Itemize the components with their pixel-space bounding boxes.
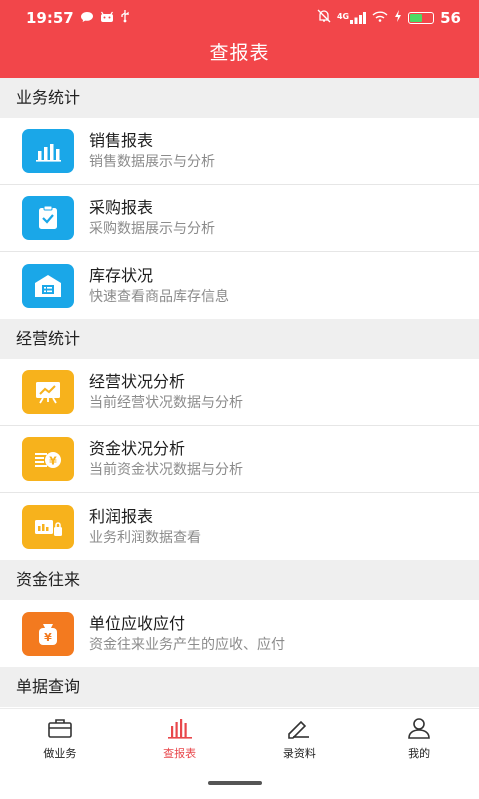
menu-item-title: 单位应收应付 [89, 613, 186, 633]
menu-item-row[interactable]: ¥ 单位应收应付资金往来业务产生的应收、应付 [0, 600, 479, 667]
menu-item-subtitle: 当前资金状况数据与分析 [89, 462, 243, 478]
bottom-tab-bar: 做业务 查报表 录资料 我的 [0, 708, 479, 770]
page-title: 查报表 [209, 42, 270, 64]
menu-item-subtitle: 快速查看商品库存信息 [89, 288, 229, 305]
battery-icon [408, 12, 435, 24]
menu-item-subtitle: 销售数据展示与分析 [89, 154, 215, 170]
menu-item-text: 销售报表销售数据展示与分析 [89, 130, 215, 172]
tab-label: 查报表 [163, 747, 197, 760]
app-header: 19:57 4G 56 查报表 [0, 0, 479, 78]
menu-item-text: 库存状况快速查看商品库存信息 [89, 265, 229, 307]
warehouse-icon [22, 263, 74, 308]
menu-item-row[interactable]: 采购报表采购数据展示与分析 [0, 185, 479, 252]
menu-item-title: 利润报表 [89, 506, 154, 526]
charging-icon [394, 10, 402, 26]
bar-chart-icon [22, 129, 74, 173]
status-time: 19:57 [26, 9, 74, 27]
tab-user[interactable]: 我的 [359, 709, 479, 770]
section-header: 单据查询 [0, 667, 479, 707]
menu-item-row[interactable]: 利润报表业务利润数据查看 [0, 493, 479, 560]
menu-item-subtitle: 业务利润数据查看 [89, 529, 201, 546]
battery-fill [410, 14, 423, 22]
menu-item-text: 利润报表业务利润数据查看 [89, 506, 201, 548]
menu-item-title: 销售报表 [89, 131, 154, 150]
signal-icon: 4G [336, 12, 367, 24]
status-bar: 19:57 4G 56 [0, 0, 479, 36]
menu-item-text: 经营状况分析当前经营状况数据与分析 [89, 371, 243, 413]
tab-briefcase[interactable]: 做业务 [0, 709, 120, 770]
battery-percent: 56 [440, 9, 461, 27]
menu-item-text: 采购报表采购数据展示与分析 [89, 197, 215, 239]
menu-item-text: 单位应收应付资金往来业务产生的应收、应付 [89, 613, 285, 655]
menu-item-subtitle: 当前经营状况数据与分析 [89, 395, 243, 411]
android-icon [100, 9, 114, 27]
menu-item-title: 库存状况 [89, 265, 154, 285]
menu-item-title: 经营状况分析 [89, 372, 186, 391]
bar-chart-icon [167, 717, 193, 743]
user-icon [406, 717, 432, 743]
menu-item-text: 资金状况分析当前资金状况数据与分析 [89, 438, 243, 480]
menu-item-row[interactable]: 库存状况快速查看商品库存信息 [0, 252, 479, 319]
tab-edit-pen[interactable]: 录资料 [240, 709, 360, 770]
section-header: 业务统计 [0, 78, 479, 118]
chat-bubble-icon [80, 9, 94, 27]
svg-text:¥: ¥ [49, 455, 57, 468]
menu-item-subtitle: 采购数据展示与分析 [89, 221, 215, 237]
tab-label: 录资料 [282, 747, 316, 760]
menu-item-title: 采购报表 [89, 198, 154, 217]
menu-item-row[interactable]: 经营状况分析当前经营状况数据与分析 [0, 359, 479, 426]
edit-pen-icon [286, 717, 312, 743]
tab-label: 我的 [408, 747, 431, 760]
money-bag-icon: ¥ [22, 611, 74, 656]
menu-item-row[interactable]: 销售报表销售数据展示与分析 [0, 118, 479, 185]
network-type: 4G [336, 12, 350, 21]
tab-label: 做业务 [43, 747, 77, 760]
clipboard-check-icon [22, 196, 74, 240]
menu-item-subtitle: 资金往来业务产生的应收、应付 [89, 636, 285, 653]
wifi-hd-icon [372, 10, 388, 26]
money-coin-icon: ¥ [22, 437, 74, 481]
usb-icon [120, 9, 130, 27]
section-header: 资金往来 [0, 560, 479, 600]
briefcase-icon [47, 717, 73, 743]
svg-text:¥: ¥ [44, 631, 52, 644]
home-indicator[interactable] [208, 781, 262, 785]
trend-board-icon [22, 370, 74, 414]
mute-icon [317, 9, 331, 27]
menu-item-title: 资金状况分析 [89, 439, 186, 458]
menu-item-row[interactable]: ¥ 资金状况分析当前资金状况数据与分析 [0, 426, 479, 493]
tab-bar-chart[interactable]: 查报表 [120, 709, 240, 770]
profit-report-icon [22, 504, 74, 549]
section-header: 经营统计 [0, 319, 479, 359]
report-menu: 业务统计销售报表销售数据展示与分析 采购报表采购数据展示与分析库存状况快速查看商品… [0, 78, 479, 707]
